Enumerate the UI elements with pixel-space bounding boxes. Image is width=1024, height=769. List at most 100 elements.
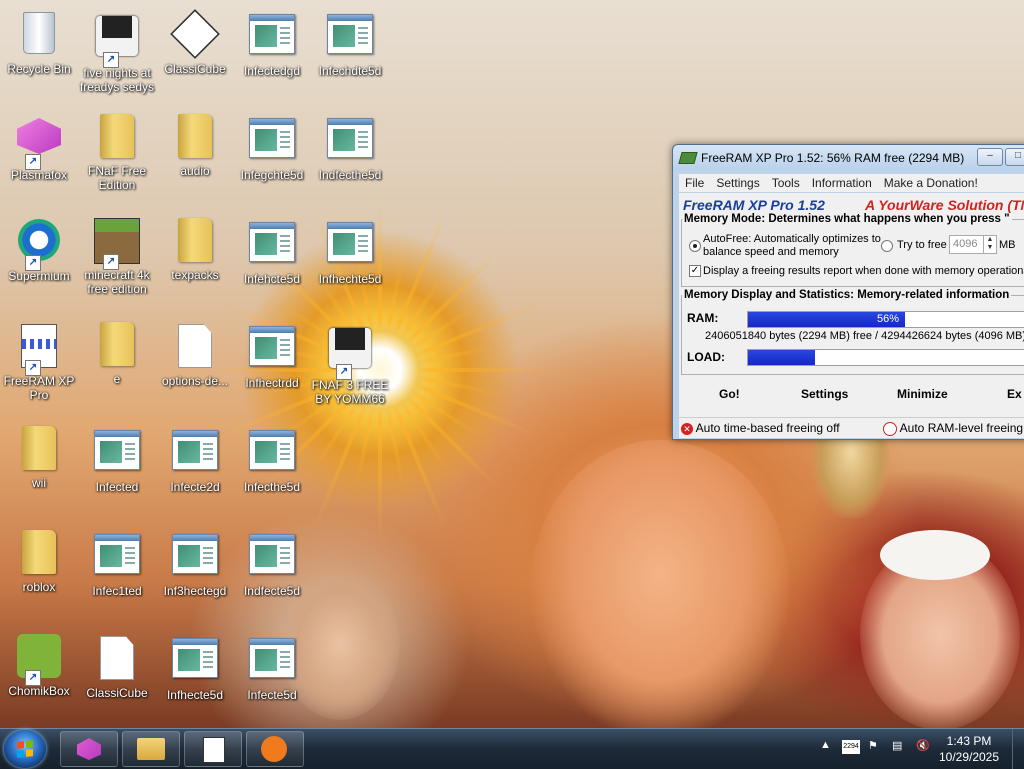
plasmafox-icon: ↗ — [15, 118, 63, 170]
fnaf-app-icon: ↗ — [326, 328, 374, 380]
program-window-icon — [248, 534, 296, 582]
spinner-arrows-icon[interactable]: ▲ ▼ — [983, 236, 996, 253]
window-title: FreeRAM XP Pro 1.52: 56% RAM free (2294 … — [701, 151, 965, 165]
program-window-icon — [248, 430, 296, 478]
alarm-clock-icon — [883, 421, 897, 436]
status-right[interactable]: Auto RAM-level freeing — [883, 421, 1023, 436]
report-checkbox-label: Display a freeing results report when do… — [703, 265, 1024, 277]
desktop-icon-14[interactable]: Infhechte5d — [311, 216, 389, 286]
report-checkbox[interactable]: ✓ — [689, 265, 701, 277]
clock-time: 1:43 PM — [946, 734, 992, 748]
desktop-icon-30[interactable]: Infhecte5d — [156, 632, 234, 702]
taskbar-explorer[interactable] — [122, 731, 180, 767]
minimize-window-button[interactable]: – — [977, 148, 1003, 166]
desktop-icon-0[interactable]: Recycle Bin — [0, 8, 78, 76]
taskbar: ▲ 2294 ⚑ ▤ 🔇 1:43 PM 10/29/2025 — [0, 728, 1024, 769]
desktop-icon-20[interactable]: wii — [0, 424, 78, 490]
desktop-icon-23[interactable]: Infecthe5d — [233, 424, 311, 494]
stop-icon: ✕ — [681, 422, 693, 435]
document-icon — [93, 636, 141, 684]
menu-donation[interactable]: Make a Donation! — [878, 174, 984, 192]
recycle-bin-icon — [15, 12, 63, 60]
menu-file[interactable]: File — [679, 174, 710, 192]
desktop-icon-19[interactable]: ↗ FNAF 3 FREE BY YOMM66 — [311, 320, 389, 406]
freeram-tray-icon[interactable]: 2294 — [842, 740, 860, 754]
menu-information[interactable]: Information — [806, 174, 878, 192]
desktop-icon-7[interactable]: audio — [156, 112, 234, 178]
go-button[interactable]: Go! — [719, 387, 740, 401]
window-titlebar[interactable]: FreeRAM XP Pro 1.52: 56% RAM free (2294 … — [673, 145, 1024, 171]
shortcut-arrow-icon: ↗ — [336, 364, 352, 380]
wallpaper-cap — [880, 530, 990, 580]
desktop-icon-6[interactable]: FNaF Free Edition — [78, 112, 156, 192]
flag-action-center-icon[interactable]: ⚑ — [868, 739, 878, 752]
taskbar-orange-app[interactable] — [246, 731, 304, 767]
mb-unit-label: MB — [999, 239, 1016, 251]
desktop-icon-9[interactable]: Indfecthe5d — [311, 112, 389, 182]
volume-muted-icon[interactable]: 🔇 — [916, 739, 930, 752]
maximize-window-button[interactable]: □ — [1005, 148, 1024, 166]
desktop-icon-label: Infectedgd — [243, 64, 301, 78]
desktop-icon-label: Infhechte5d — [318, 272, 382, 286]
desktop-icon-label: audio — [180, 164, 210, 178]
desktop-icon-11[interactable]: ↗ minecraft 4k free edition — [78, 216, 156, 296]
load-label: LOAD: — [687, 350, 725, 364]
minimize-button[interactable]: Minimize — [897, 387, 948, 401]
desktop-icon-13[interactable]: Infehcte5d — [233, 216, 311, 286]
program-window-icon — [171, 430, 219, 478]
show-desktop-button[interactable] — [1012, 729, 1024, 769]
clock[interactable]: 1:43 PM 10/29/2025 — [938, 733, 1000, 765]
desktop-icon-8[interactable]: Infegchte5d — [233, 112, 311, 182]
fnaf-app-icon: ↗ — [93, 16, 141, 68]
try-to-free-radio[interactable] — [881, 240, 893, 252]
desktop-icon-27[interactable]: Indfecte5d — [233, 528, 311, 598]
ram-percent-text: 56% — [876, 313, 900, 325]
desktop-icon-28[interactable]: ↗ ChomikBox — [0, 632, 78, 698]
taskbar-plasmafox[interactable] — [60, 731, 118, 767]
desktop-icon-29[interactable]: ClassiCube — [78, 632, 156, 700]
desktop-icon-26[interactable]: Inf3hectegd — [156, 528, 234, 598]
document-icon — [171, 324, 219, 372]
desktop-icon-17[interactable]: options-de... — [156, 320, 234, 388]
menu-tools[interactable]: Tools — [766, 174, 806, 192]
desktop-icon-3[interactable]: Infectedgd — [233, 8, 311, 78]
load-percent-text: 24% — [876, 351, 900, 363]
free-amount-spinner[interactable]: 4096 ▲ ▼ — [949, 235, 997, 254]
desktop-icon-21[interactable]: Infected — [78, 424, 156, 494]
autofree-radio[interactable] — [689, 240, 701, 252]
status-bar: ✕ Auto time-based freeing off Auto RAM-l… — [679, 417, 1024, 438]
autofree-label-2: balance speed and memory — [703, 246, 839, 258]
exit-button[interactable]: Ex — [1007, 387, 1022, 401]
desktop-icon-1[interactable]: ↗ five nights at freadys sedys — [78, 8, 156, 94]
program-window-icon — [248, 326, 296, 374]
settings-button[interactable]: Settings — [801, 387, 848, 401]
desktop-icon-label: wii — [32, 476, 46, 490]
clock-date: 10/29/2025 — [938, 750, 1000, 764]
desktop-icon-label: Indfecthe5d — [318, 168, 382, 182]
desktop-icon-label: ClassiCube — [86, 686, 148, 700]
folder-icon — [93, 322, 141, 370]
desktop-icon-5[interactable]: ↗ Plasmafox — [0, 112, 78, 182]
show-hidden-icons-button[interactable]: ▲ — [820, 739, 831, 751]
desktop-icon-2[interactable]: ClassiCube — [156, 8, 234, 76]
desktop-icon-18[interactable]: Infhectrdd — [233, 320, 311, 390]
desktop-icon-10[interactable]: ↗ Supermium — [0, 216, 78, 283]
desktop-icon-15[interactable]: ↗ FreeRAM XP Pro — [0, 320, 78, 402]
folder-icon — [171, 218, 219, 266]
status-left[interactable]: ✕ Auto time-based freeing off — [681, 421, 840, 435]
desktop-icon-24[interactable]: roblox — [0, 528, 78, 594]
app-tagline: A YourWare Solution (TM — [865, 197, 1024, 213]
desktop-icon-25[interactable]: Infec1ted — [78, 528, 156, 598]
freeram-window[interactable]: FreeRAM XP Pro 1.52: 56% RAM free (2294 … — [672, 144, 1024, 440]
desktop-icon-31[interactable]: Infecte5d — [233, 632, 311, 702]
desktop-icon-16[interactable]: e — [78, 320, 156, 386]
desktop-icon-label: Infhecte5d — [166, 688, 224, 702]
desktop-icon-4[interactable]: Infechdte5d — [311, 8, 389, 78]
taskbar-freeram[interactable] — [184, 731, 242, 767]
menu-settings[interactable]: Settings — [710, 174, 765, 192]
desktop-icon-12[interactable]: texpacks — [156, 216, 234, 282]
start-button[interactable] — [4, 730, 46, 768]
supermium-icon: ↗ — [15, 219, 63, 271]
network-icon[interactable]: ▤ — [892, 739, 902, 752]
desktop-icon-22[interactable]: Infecte2d — [156, 424, 234, 494]
